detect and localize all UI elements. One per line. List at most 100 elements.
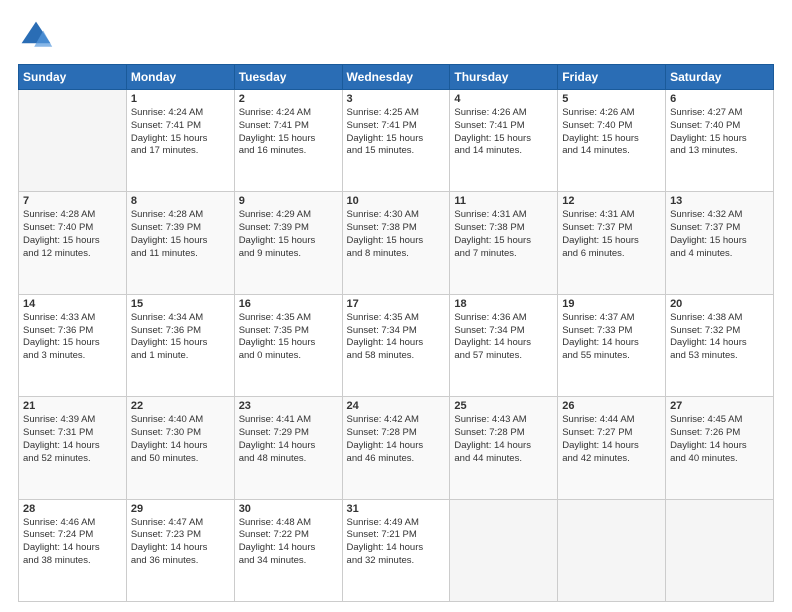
day-info: Sunrise: 4:40 AM Sunset: 7:30 PM Dayligh… (131, 414, 230, 465)
day-number: 18 (454, 298, 553, 310)
day-info: Sunrise: 4:26 AM Sunset: 7:40 PM Dayligh… (562, 107, 661, 158)
day-number: 6 (670, 93, 769, 105)
calendar-cell: 31 Sunrise: 4:49 AM Sunset: 7:21 PM Dayli… (342, 499, 450, 601)
day-info: Sunrise: 4:37 AM Sunset: 7:33 PM Dayligh… (562, 312, 661, 363)
calendar-cell: 25 Sunrise: 4:43 AM Sunset: 7:28 PM Dayli… (450, 397, 558, 499)
calendar-cell: 24Sunrise: 4:42 AM Sunset: 7:28 PM Dayli… (342, 397, 450, 499)
day-info: Sunrise: 4:48 AM Sunset: 7:22 PM Dayligh… (239, 517, 338, 568)
calendar-header-thursday: Thursday (450, 65, 558, 90)
page: SundayMondayTuesdayWednesdayThursdayFrid… (0, 0, 792, 612)
calendar-cell: 28Sunrise: 4:46 AM Sunset: 7:24 PM Dayli… (19, 499, 127, 601)
calendar-header-saturday: Saturday (666, 65, 774, 90)
calendar-cell: 5 Sunrise: 4:26 AM Sunset: 7:40 PM Daylig… (558, 90, 666, 192)
calendar-cell: 22 Sunrise: 4:40 AM Sunset: 7:30 PM Dayli… (126, 397, 234, 499)
calendar-week-5: 28Sunrise: 4:46 AM Sunset: 7:24 PM Dayli… (19, 499, 774, 601)
calendar-cell: 14 Sunrise: 4:33 AM Sunset: 7:36 PM Dayli… (19, 294, 127, 396)
day-number: 25 (454, 400, 553, 412)
day-number: 3 (347, 93, 446, 105)
day-number: 24 (347, 400, 446, 412)
calendar-header-tuesday: Tuesday (234, 65, 342, 90)
day-info: Sunrise: 4:32 AM Sunset: 7:37 PM Dayligh… (670, 209, 769, 260)
logo-icon (18, 18, 54, 54)
calendar-cell: 16 Sunrise: 4:35 AM Sunset: 7:35 PM Dayli… (234, 294, 342, 396)
day-number: 16 (239, 298, 338, 310)
day-number: 19 (562, 298, 661, 310)
day-number: 4 (454, 93, 553, 105)
day-number: 26 (562, 400, 661, 412)
calendar-cell (19, 90, 127, 192)
day-info: Sunrise: 4:28 AM Sunset: 7:40 PM Dayligh… (23, 209, 122, 260)
header (18, 18, 774, 54)
day-number: 23 (239, 400, 338, 412)
day-info: Sunrise: 4:47 AM Sunset: 7:23 PM Dayligh… (131, 517, 230, 568)
calendar-week-4: 21 Sunrise: 4:39 AM Sunset: 7:31 PM Dayli… (19, 397, 774, 499)
day-number: 7 (23, 195, 122, 207)
day-info: Sunrise: 4:27 AM Sunset: 7:40 PM Dayligh… (670, 107, 769, 158)
logo (18, 18, 58, 54)
day-number: 13 (670, 195, 769, 207)
day-number: 29 (131, 503, 230, 515)
day-info: Sunrise: 4:25 AM Sunset: 7:41 PM Dayligh… (347, 107, 446, 158)
calendar-header-friday: Friday (558, 65, 666, 90)
day-number: 15 (131, 298, 230, 310)
day-info: Sunrise: 4:45 AM Sunset: 7:26 PM Dayligh… (670, 414, 769, 465)
calendar-cell: 9 Sunrise: 4:29 AM Sunset: 7:39 PM Daylig… (234, 192, 342, 294)
day-info: Sunrise: 4:24 AM Sunset: 7:41 PM Dayligh… (239, 107, 338, 158)
day-number: 20 (670, 298, 769, 310)
day-info: Sunrise: 4:33 AM Sunset: 7:36 PM Dayligh… (23, 312, 122, 363)
day-info: Sunrise: 4:36 AM Sunset: 7:34 PM Dayligh… (454, 312, 553, 363)
day-number: 14 (23, 298, 122, 310)
day-number: 9 (239, 195, 338, 207)
calendar-cell: 18 Sunrise: 4:36 AM Sunset: 7:34 PM Dayli… (450, 294, 558, 396)
calendar-cell: 23 Sunrise: 4:41 AM Sunset: 7:29 PM Dayli… (234, 397, 342, 499)
calendar-cell: 6 Sunrise: 4:27 AM Sunset: 7:40 PM Daylig… (666, 90, 774, 192)
calendar-cell (558, 499, 666, 601)
day-number: 5 (562, 93, 661, 105)
day-info: Sunrise: 4:38 AM Sunset: 7:32 PM Dayligh… (670, 312, 769, 363)
calendar-header-row: SundayMondayTuesdayWednesdayThursdayFrid… (19, 65, 774, 90)
calendar-cell: 1 Sunrise: 4:24 AM Sunset: 7:41 PM Daylig… (126, 90, 234, 192)
day-number: 1 (131, 93, 230, 105)
day-info: Sunrise: 4:30 AM Sunset: 7:38 PM Dayligh… (347, 209, 446, 260)
day-number: 17 (347, 298, 446, 310)
calendar-cell: 7 Sunrise: 4:28 AM Sunset: 7:40 PM Daylig… (19, 192, 127, 294)
calendar-cell: 8Sunrise: 4:28 AM Sunset: 7:39 PM Daylig… (126, 192, 234, 294)
day-info: Sunrise: 4:46 AM Sunset: 7:24 PM Dayligh… (23, 517, 122, 568)
calendar-cell: 11 Sunrise: 4:31 AM Sunset: 7:38 PM Dayli… (450, 192, 558, 294)
calendar-cell: 19 Sunrise: 4:37 AM Sunset: 7:33 PM Dayli… (558, 294, 666, 396)
day-info: Sunrise: 4:31 AM Sunset: 7:37 PM Dayligh… (562, 209, 661, 260)
day-number: 11 (454, 195, 553, 207)
day-info: Sunrise: 4:28 AM Sunset: 7:39 PM Dayligh… (131, 209, 230, 260)
day-number: 27 (670, 400, 769, 412)
calendar-cell: 10 Sunrise: 4:30 AM Sunset: 7:38 PM Dayli… (342, 192, 450, 294)
day-number: 21 (23, 400, 122, 412)
calendar-week-2: 7 Sunrise: 4:28 AM Sunset: 7:40 PM Daylig… (19, 192, 774, 294)
day-info: Sunrise: 4:35 AM Sunset: 7:35 PM Dayligh… (239, 312, 338, 363)
day-info: Sunrise: 4:43 AM Sunset: 7:28 PM Dayligh… (454, 414, 553, 465)
day-info: Sunrise: 4:39 AM Sunset: 7:31 PM Dayligh… (23, 414, 122, 465)
day-info: Sunrise: 4:41 AM Sunset: 7:29 PM Dayligh… (239, 414, 338, 465)
day-info: Sunrise: 4:24 AM Sunset: 7:41 PM Dayligh… (131, 107, 230, 158)
calendar-cell: 20 Sunrise: 4:38 AM Sunset: 7:32 PM Dayli… (666, 294, 774, 396)
calendar-table: SundayMondayTuesdayWednesdayThursdayFrid… (18, 64, 774, 602)
calendar-cell: 3 Sunrise: 4:25 AM Sunset: 7:41 PM Daylig… (342, 90, 450, 192)
calendar-cell: 26 Sunrise: 4:44 AM Sunset: 7:27 PM Dayli… (558, 397, 666, 499)
calendar-cell: 17Sunrise: 4:35 AM Sunset: 7:34 PM Dayli… (342, 294, 450, 396)
calendar-cell: 2Sunrise: 4:24 AM Sunset: 7:41 PM Daylig… (234, 90, 342, 192)
calendar-cell: 15Sunrise: 4:34 AM Sunset: 7:36 PM Dayli… (126, 294, 234, 396)
day-number: 31 (347, 503, 446, 515)
calendar-header-sunday: Sunday (19, 65, 127, 90)
day-info: Sunrise: 4:44 AM Sunset: 7:27 PM Dayligh… (562, 414, 661, 465)
day-info: Sunrise: 4:29 AM Sunset: 7:39 PM Dayligh… (239, 209, 338, 260)
day-info: Sunrise: 4:49 AM Sunset: 7:21 PM Dayligh… (347, 517, 446, 568)
day-number: 22 (131, 400, 230, 412)
calendar-cell: 4Sunrise: 4:26 AM Sunset: 7:41 PM Daylig… (450, 90, 558, 192)
calendar-header-wednesday: Wednesday (342, 65, 450, 90)
calendar-cell (666, 499, 774, 601)
calendar-week-1: 1 Sunrise: 4:24 AM Sunset: 7:41 PM Daylig… (19, 90, 774, 192)
day-info: Sunrise: 4:31 AM Sunset: 7:38 PM Dayligh… (454, 209, 553, 260)
calendar-cell (450, 499, 558, 601)
calendar-cell: 30Sunrise: 4:48 AM Sunset: 7:22 PM Dayli… (234, 499, 342, 601)
day-number: 10 (347, 195, 446, 207)
calendar-cell: 29 Sunrise: 4:47 AM Sunset: 7:23 PM Dayli… (126, 499, 234, 601)
